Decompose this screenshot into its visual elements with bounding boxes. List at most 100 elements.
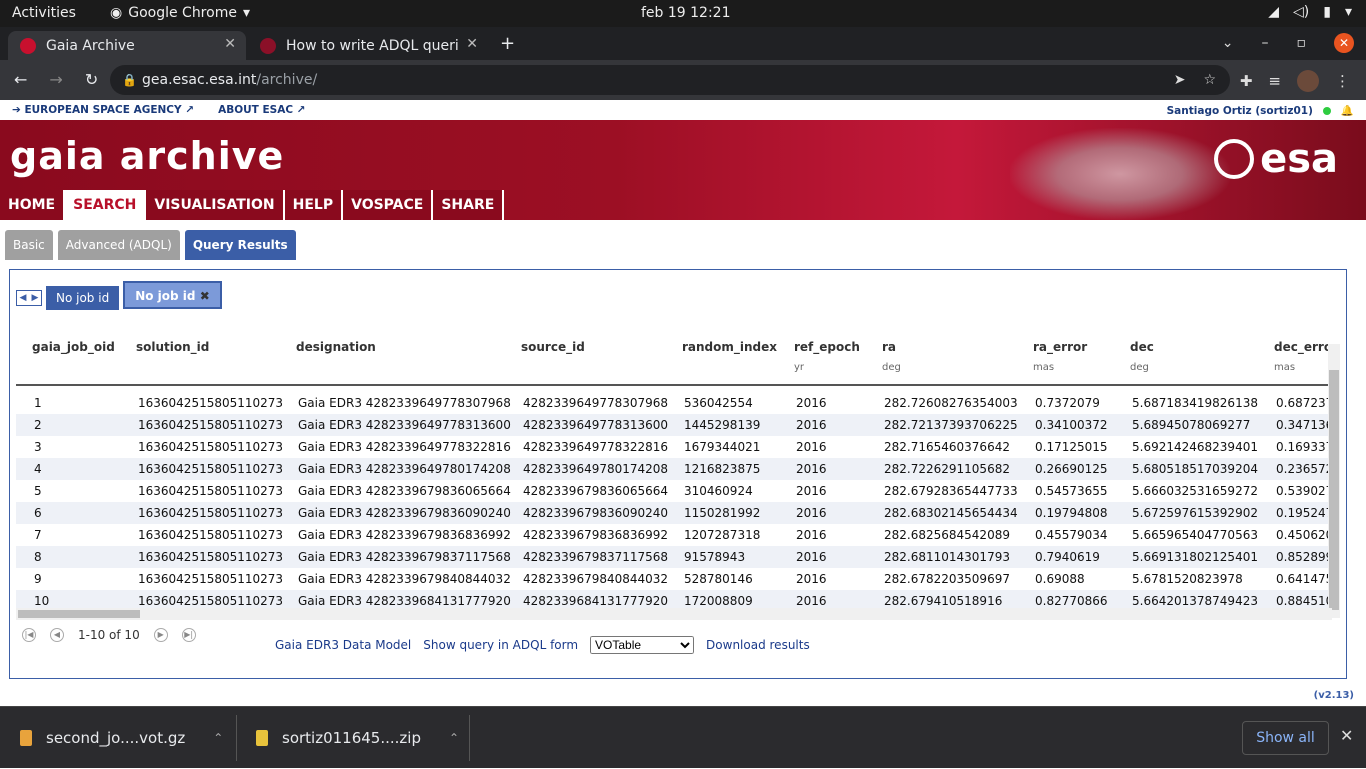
wifi-icon: ◢ xyxy=(1268,4,1280,20)
system-top-bar: Activities ◉ Google Chrome ▾ feb 19 12:21 … xyxy=(0,0,1366,27)
nav-home[interactable]: HOME xyxy=(0,190,66,220)
close-tab-icon[interactable]: ✕ xyxy=(466,36,478,52)
tab-adql-howto[interactable]: How to write ADQL queri ✕ xyxy=(248,31,488,60)
table-cell: 2016 xyxy=(796,594,827,608)
new-tab-icon[interactable]: + xyxy=(500,33,515,54)
table-cell: 1445298139 xyxy=(684,418,761,432)
table-row[interactable]: 9 1636042515805110273 Gaia EDR3 4282339679… xyxy=(16,568,1332,590)
chevron-up-icon[interactable]: ⌃ xyxy=(449,731,459,745)
table-cell: 1636042515805110273 xyxy=(138,484,284,498)
next-page-icon[interactable]: ▶ xyxy=(153,628,168,642)
table-row[interactable]: 3 1636042515805110273 Gaia EDR3 4282339649… xyxy=(16,436,1332,458)
app-menu[interactable]: ◉ Google Chrome ▾ xyxy=(110,5,250,21)
tab-strip: Gaia Archive ✕ How to write ADQL queri ✕… xyxy=(0,27,1366,60)
scroll-thumb[interactable] xyxy=(18,610,140,618)
tab-basic[interactable]: Basic xyxy=(5,230,53,260)
table-cell: 2016 xyxy=(796,528,827,542)
scroll-thumb[interactable] xyxy=(1329,370,1339,610)
table-row[interactable]: 5 1636042515805110273 Gaia EDR3 4282339679… xyxy=(16,480,1332,502)
nav-vospace[interactable]: VOSPACE xyxy=(343,190,434,220)
table-row[interactable]: 4 1636042515805110273 Gaia EDR3 4282339649… xyxy=(16,458,1332,480)
table-cell: 528780146 xyxy=(684,572,753,586)
format-select[interactable]: VOTable xyxy=(590,636,695,654)
column-header[interactable]: dec xyxy=(1130,340,1154,354)
table-row[interactable]: 6 1636042515805110273 Gaia EDR3 4282339679… xyxy=(16,502,1332,524)
table-cell: 310460924 xyxy=(684,484,753,498)
window-controls: ⌄ – ▫ ✕ xyxy=(1222,33,1354,53)
table-row[interactable]: 1 1636042515805110273 Gaia EDR3 4282339649… xyxy=(16,392,1332,414)
table-cell: 0.45579034 xyxy=(1035,528,1108,542)
chevron-up-icon[interactable]: ⌃ xyxy=(213,731,223,745)
close-tab-icon[interactable]: ✕ xyxy=(224,36,236,52)
table-cell: 4282339649780174208 xyxy=(523,462,669,476)
activities-button[interactable]: Activities xyxy=(12,5,76,21)
vertical-scrollbar[interactable] xyxy=(1328,344,1340,618)
nav-search[interactable]: SEARCH xyxy=(65,190,147,220)
column-header[interactable]: ref_epoch xyxy=(794,340,860,354)
table-cell: 1636042515805110273 xyxy=(138,506,284,520)
download-results-link[interactable]: Download results xyxy=(706,638,810,652)
job-tab[interactable]: No job id xyxy=(46,286,120,310)
table-row[interactable]: 7 1636042515805110273 Gaia EDR3 4282339679… xyxy=(16,524,1332,546)
column-header[interactable]: ra xyxy=(882,340,896,354)
prev-page-icon[interactable]: ◀ xyxy=(50,628,64,642)
table-row[interactable]: 10 1636042515805110273 Gaia EDR3 428233968… xyxy=(16,590,1332,608)
table-cell: 0.8845102 xyxy=(1276,594,1332,608)
site-title: gaia archive xyxy=(10,134,285,178)
table-row[interactable]: 2 1636042515805110273 Gaia EDR3 4282339649… xyxy=(16,414,1332,436)
column-header[interactable]: dec_error xyxy=(1274,340,1332,354)
tab-advanced-adql[interactable]: Advanced (ADQL) xyxy=(57,230,180,260)
table-row[interactable]: 8 1636042515805110273 Gaia EDR3 4282339679… xyxy=(16,546,1332,568)
job-tab-active[interactable]: No job id ✖ xyxy=(123,281,222,309)
close-job-icon[interactable]: ✖ xyxy=(200,289,210,303)
download-item[interactable]: sortiz011645....zip ⌃ xyxy=(256,707,459,769)
nav-share[interactable]: SHARE xyxy=(433,190,505,220)
table-cell: 2 xyxy=(34,418,42,432)
table-cell: 4282339679840844032 xyxy=(523,572,669,586)
zip-file-icon xyxy=(256,730,268,746)
table-cell: 0.26690125 xyxy=(1035,462,1108,476)
clock[interactable]: feb 19 12:21 xyxy=(641,5,731,21)
column-header[interactable]: designation xyxy=(296,340,376,354)
tab-search-icon[interactable]: ⌄ xyxy=(1222,35,1234,51)
user-name[interactable]: Santiago Ortiz (sortiz01) xyxy=(1167,105,1313,117)
tab-gaia-archive[interactable]: Gaia Archive ✕ xyxy=(8,31,246,60)
about-esac-link[interactable]: ABOUT ESAC ↗ xyxy=(218,104,305,116)
send-icon[interactable]: ➤ xyxy=(1174,65,1186,95)
first-page-icon[interactable]: |◀ xyxy=(22,628,36,642)
show-adql-link[interactable]: Show query in ADQL form xyxy=(423,638,578,652)
column-header[interactable]: source_id xyxy=(521,340,585,354)
column-header[interactable]: solution_id xyxy=(136,340,209,354)
extensions-icon[interactable]: ✚ xyxy=(1240,72,1253,90)
close-window-icon[interactable]: ✕ xyxy=(1334,33,1354,53)
nav-visualisation[interactable]: VISUALISATION xyxy=(146,190,285,220)
column-unit: deg xyxy=(1130,362,1149,373)
nav-help[interactable]: HELP xyxy=(284,190,344,220)
tab-query-results[interactable]: Query Results xyxy=(184,230,296,260)
horizontal-scrollbar[interactable] xyxy=(16,608,1332,620)
esa-link[interactable]: ➔ EUROPEAN SPACE AGENCY ↗ xyxy=(12,104,194,116)
reload-icon[interactable]: ↻ xyxy=(85,70,98,89)
maximize-icon[interactable]: ▫ xyxy=(1297,35,1307,51)
system-tray[interactable]: ◢ ◁) ▮ ▾ xyxy=(1268,4,1352,20)
profile-avatar[interactable] xyxy=(1297,70,1319,92)
column-header[interactable]: random_index xyxy=(682,340,777,354)
table-cell: 2016 xyxy=(796,550,827,564)
column-header[interactable]: ra_error xyxy=(1033,340,1087,354)
menu-icon[interactable]: ⋮ xyxy=(1335,72,1350,90)
reading-list-icon[interactable]: ≡ xyxy=(1268,72,1281,90)
bell-icon[interactable]: 🔔 xyxy=(1341,104,1354,117)
last-page-icon[interactable]: ▶| xyxy=(181,628,196,642)
bookmark-star-icon[interactable]: ☆ xyxy=(1203,65,1216,95)
show-all-button[interactable]: Show all xyxy=(1242,721,1329,755)
address-bar[interactable]: 🔒 gea.esac.esa.int/archive/ ➤ ☆ xyxy=(110,65,1230,95)
back-icon[interactable]: ← xyxy=(14,70,27,89)
column-header[interactable]: gaia_job_oid xyxy=(32,340,115,354)
data-model-link[interactable]: Gaia EDR3 Data Model xyxy=(275,638,411,652)
close-download-bar-icon[interactable]: ✕ xyxy=(1340,726,1353,745)
minimize-icon[interactable]: – xyxy=(1262,35,1269,51)
download-item[interactable]: second_jo....vot.gz ⌃ xyxy=(20,707,223,769)
forward-icon[interactable]: → xyxy=(49,70,62,89)
table-cell: Gaia EDR3 4282339679836065664 xyxy=(298,484,511,498)
job-scroll-arrows[interactable]: ◀ ▶ xyxy=(16,290,42,306)
